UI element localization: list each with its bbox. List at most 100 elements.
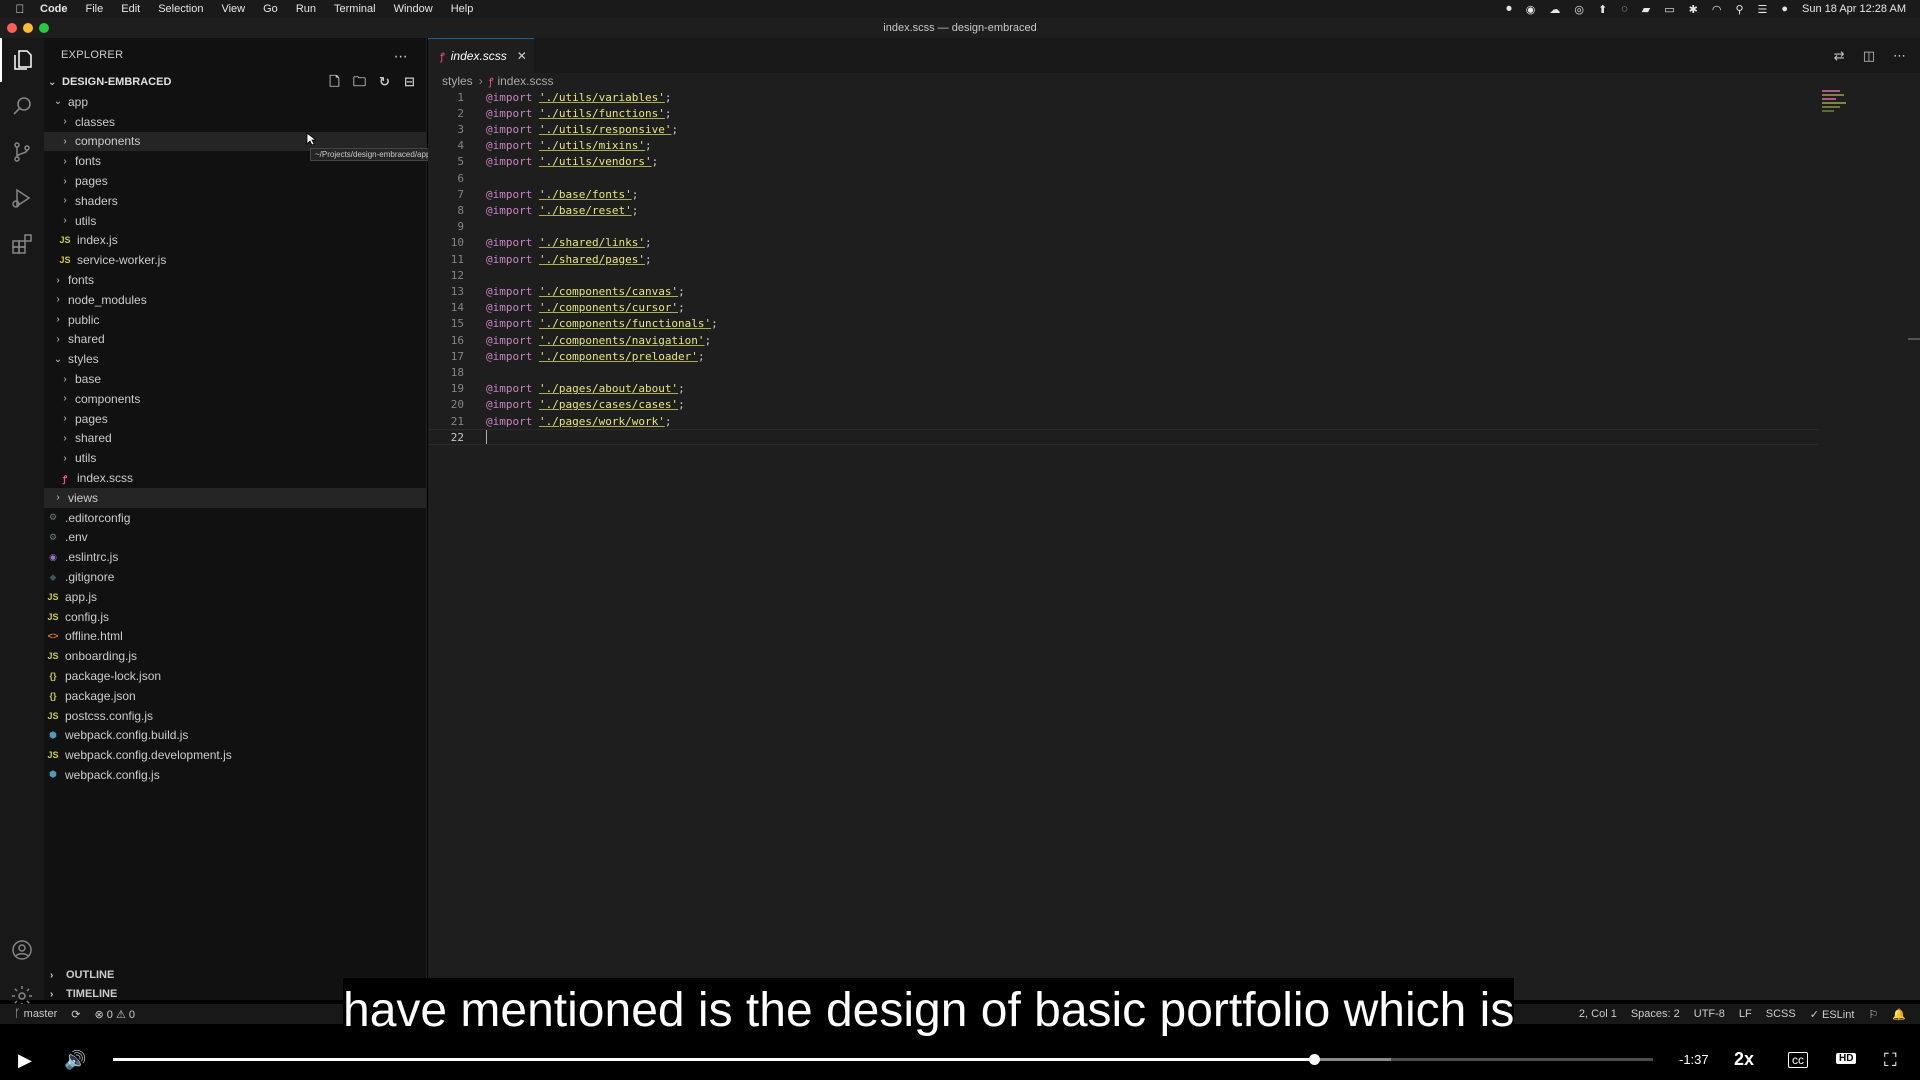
upload-icon[interactable]: ⬆: [1598, 3, 1607, 16]
breadcrumb-file[interactable]: index.scss: [497, 74, 553, 88]
project-root[interactable]: ⌄ DESIGN-EMBRACED 🗋 🗀 ↻ ⊟: [44, 72, 426, 92]
problems-count[interactable]: ⊗ 0 ⚠ 0: [95, 1008, 135, 1021]
source-control-icon[interactable]: [0, 130, 44, 174]
tree-folder[interactable]: › pages: [44, 171, 426, 191]
code-line[interactable]: 16 @import './components/navigation';: [428, 332, 1818, 348]
code-line[interactable]: 8 @import './base/reset';: [428, 202, 1818, 218]
close-tab-icon[interactable]: ✕: [517, 49, 527, 63]
tree-folder[interactable]: ⌄ styles: [44, 349, 426, 369]
menu-app-name[interactable]: Code: [40, 3, 68, 15]
compare-changes-icon[interactable]: ⇄: [1834, 48, 1845, 64]
spotlight-icon[interactable]: ⚲: [1735, 3, 1743, 16]
zoom-window-button[interactable]: [39, 23, 49, 33]
language-mode[interactable]: SCSS: [1766, 1008, 1796, 1021]
code-line[interactable]: 17 @import './components/preloader';: [428, 348, 1818, 364]
editor-more-icon[interactable]: ⋯: [1893, 48, 1906, 64]
tree-folder[interactable]: › public: [44, 310, 426, 330]
live-share-icon[interactable]: ⚐: [1868, 1008, 1878, 1021]
tree-folder[interactable]: › utils: [44, 448, 426, 468]
playback-speed[interactable]: 2x: [1734, 1049, 1754, 1070]
tree-file[interactable]: JS onboarding.js: [44, 646, 426, 666]
tree-folder[interactable]: › components: [44, 389, 426, 409]
code-line[interactable]: 4 @import './utils/mixins';: [428, 138, 1818, 154]
tree-folder[interactable]: › classes: [44, 112, 426, 132]
cloud-icon[interactable]: ☁: [1549, 3, 1560, 16]
menu-run[interactable]: Run: [296, 3, 316, 15]
code-line[interactable]: 1 @import './utils/variables';: [428, 89, 1818, 105]
code-line[interactable]: 7 @import './base/fonts';: [428, 186, 1818, 202]
tree-file[interactable]: ⚙ .env: [44, 528, 426, 548]
code-line[interactable]: 14 @import './components/cursor';: [428, 300, 1818, 316]
refresh-icon[interactable]: ↻: [376, 74, 393, 90]
tree-file[interactable]: JS webpack.config.development.js: [44, 745, 426, 765]
code-line[interactable]: 2 @import './utils/functions';: [428, 105, 1818, 121]
code-line[interactable]: 3 @import './utils/responsive';: [428, 121, 1818, 137]
captions-icon[interactable]: cc: [1788, 1052, 1808, 1068]
tree-file[interactable]: ◆ .gitignore: [44, 567, 426, 587]
code-line[interactable]: 11 @import './shared/pages';: [428, 251, 1818, 267]
new-file-icon[interactable]: 🗋: [326, 74, 343, 90]
volume-icon[interactable]: 🔊: [64, 1050, 86, 1071]
code-editor[interactable]: 1 @import './utils/variables'; 2 @import '.…: [428, 89, 1920, 1000]
tree-folder[interactable]: › shaders: [44, 191, 426, 211]
tree-file[interactable]: {} package-lock.json: [44, 666, 426, 686]
code-line[interactable]: 9: [428, 219, 1818, 235]
git-branch[interactable]: ᚴ master: [14, 1008, 57, 1021]
menu-edit[interactable]: Edit: [121, 3, 140, 15]
eslint-status[interactable]: ✓ ESLint: [1810, 1008, 1855, 1021]
code-line[interactable]: 15 @import './components/functionals';: [428, 316, 1818, 332]
menu-window[interactable]: Window: [394, 3, 433, 15]
tree-file[interactable]: {} package.json: [44, 686, 426, 706]
tree-file[interactable]: ⬢ webpack.config.build.js: [44, 726, 426, 746]
cursor-position[interactable]: 2, Col 1: [1579, 1008, 1617, 1021]
encoding[interactable]: UTF-8: [1694, 1008, 1725, 1021]
code-line[interactable]: 21 @import './pages/work/work';: [428, 413, 1818, 429]
tree-folder[interactable]: › shared: [44, 330, 426, 350]
close-window-button[interactable]: [7, 23, 17, 33]
search-icon[interactable]: [0, 84, 44, 128]
menu-go[interactable]: Go: [263, 3, 278, 15]
new-folder-icon[interactable]: 🗀: [351, 74, 368, 90]
siri-icon[interactable]: ●: [1781, 3, 1788, 15]
tree-file[interactable]: JS config.js: [44, 607, 426, 627]
collapse-all-icon[interactable]: ⊟: [401, 74, 418, 90]
video-progress-bar[interactable]: [113, 1054, 1653, 1065]
control-center-icon[interactable]: ☰: [1758, 3, 1768, 16]
tree-folder[interactable]: ⌄ app: [44, 92, 426, 112]
notifications-bell-icon[interactable]: 🔔: [1892, 1008, 1906, 1021]
fullscreen-icon[interactable]: ⛶: [1884, 1050, 1897, 1071]
code-line[interactable]: 18: [428, 364, 1818, 380]
code-line[interactable]: 22: [428, 429, 1818, 446]
accounts-icon[interactable]: [0, 928, 44, 972]
record-icon[interactable]: ⏺: [1506, 3, 1512, 16]
tree-file[interactable]: ◉ .eslintrc.js: [44, 547, 426, 567]
split-editor-icon[interactable]: ◫: [1863, 48, 1875, 64]
tree-folder[interactable]: › utils: [44, 211, 426, 231]
code-line[interactable]: 10 @import './shared/links';: [428, 235, 1818, 251]
menu-terminal[interactable]: Terminal: [334, 3, 376, 15]
target-icon[interactable]: ◌: [1621, 3, 1628, 15]
tree-folder[interactable]: › shared: [44, 429, 426, 449]
tab-index-scss[interactable]: ꝭ index.scss ✕: [428, 38, 534, 73]
code-line[interactable]: 13 @import './components/canvas';: [428, 283, 1818, 299]
indentation[interactable]: Spaces: 2: [1631, 1008, 1680, 1021]
apple-icon[interactable]: : [0, 2, 40, 16]
wifi-icon[interactable]: ◠: [1712, 3, 1722, 16]
end-of-line[interactable]: LF: [1739, 1008, 1752, 1021]
tree-file[interactable]: JS postcss.config.js: [44, 706, 426, 726]
minimize-window-button[interactable]: [23, 23, 33, 33]
scrollbar-marker[interactable]: [1908, 338, 1920, 340]
tree-folder[interactable]: › fonts: [44, 270, 426, 290]
creative-cloud-icon[interactable]: ◉: [1526, 3, 1536, 16]
hd-quality-icon[interactable]: HD: [1836, 1053, 1857, 1064]
code-line[interactable]: 5 @import './utils/vendors';: [428, 154, 1818, 170]
run-debug-icon[interactable]: [0, 176, 44, 220]
code-line[interactable]: 20 @import './pages/cases/cases';: [428, 397, 1818, 413]
code-line[interactable]: 12: [428, 267, 1818, 283]
sync-icon[interactable]: ⟳: [71, 1008, 80, 1021]
tree-folder[interactable]: › node_modules: [44, 290, 426, 310]
tree-file[interactable]: ⚙ .editorconfig: [44, 508, 426, 528]
explorer-icon[interactable]: [0, 38, 44, 82]
menu-file[interactable]: File: [86, 3, 104, 15]
minimap[interactable]: [1822, 90, 1906, 124]
